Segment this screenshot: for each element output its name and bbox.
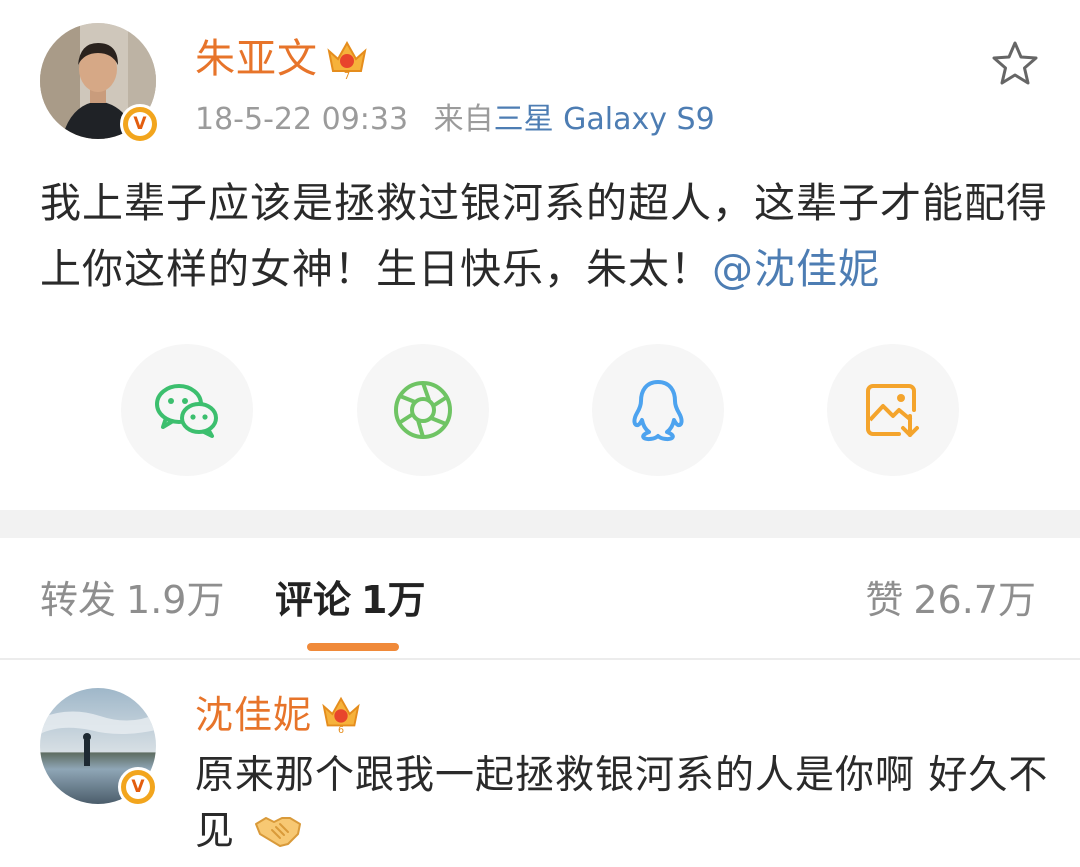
save-image-icon [866, 384, 919, 437]
wechat-icon [155, 384, 218, 438]
tab-comments[interactable]: 评论 1万 [275, 572, 425, 628]
tab-comments-count: 1万 [361, 578, 426, 622]
tab-likes[interactable]: 赞 26.7万 [865, 572, 1036, 628]
verified-badge-icon: V [120, 104, 160, 144]
commenter-name[interactable]: 沈佳妮 [195, 690, 312, 740]
post-author-name[interactable]: 朱亚文 [195, 33, 318, 85]
post-time: 18-5-22 09:33 [195, 102, 409, 137]
save-image-button[interactable] [827, 344, 959, 476]
favorite-star-icon[interactable] [990, 40, 1040, 86]
post-meta: 18-5-22 09:33 来自三星 Galaxy S9 [195, 100, 715, 140]
vip-crown-icon: 7 [327, 40, 367, 81]
verified-badge-glyph: V [128, 112, 152, 136]
commenter-verified-glyph: V [126, 775, 150, 799]
tab-likes-label: 赞 [865, 578, 904, 622]
mention-link[interactable]: @沈佳妮 [712, 245, 880, 293]
source-prefix: 来自 [433, 102, 494, 137]
section-divider [0, 510, 1080, 538]
moments-icon [394, 381, 452, 439]
tab-likes-count: 26.7万 [913, 578, 1036, 622]
tab-reposts[interactable]: 转发 1.9万 [40, 572, 224, 628]
share-wechat-button[interactable] [121, 344, 253, 476]
tab-comments-label: 评论 [275, 578, 352, 622]
tab-bar-border [0, 658, 1080, 660]
qq-icon [632, 380, 684, 442]
tab-reposts-label: 转发 [40, 578, 117, 622]
active-tab-indicator [307, 643, 399, 651]
source-device-link[interactable]: 三星 Galaxy S9 [494, 102, 715, 137]
commenter-vip-crown-icon: 6 [322, 696, 360, 735]
comment-body-text: 原来那个跟我一起拯救银河系的人是你啊 好久不见 [195, 753, 1049, 854]
comment-text: 原来那个跟我一起拯救银河系的人是你啊 好久不见 [195, 748, 1055, 860]
tab-reposts-count: 1.9万 [126, 578, 225, 622]
handshake-icon [255, 817, 302, 847]
share-moments-button[interactable] [357, 344, 489, 476]
commenter-vip-level-text: 6 [338, 725, 344, 735]
share-qq-button[interactable] [592, 344, 724, 476]
post-body-text: 我上辈子应该是拯救过银河系的超人，这辈子才能配得上你这样的女神！生日快乐，朱太！ [40, 179, 1048, 293]
commenter-verified-badge-icon: V [118, 767, 158, 807]
post-text: 我上辈子应该是拯救过银河系的超人，这辈子才能配得上你这样的女神！生日快乐，朱太！… [40, 170, 1050, 302]
vip-level-text: 7 [344, 71, 350, 81]
weibo-post-page: V 朱亚文 7 18-5-22 09:33 来自三星 Galaxy S9 我上辈… [0, 0, 1080, 867]
